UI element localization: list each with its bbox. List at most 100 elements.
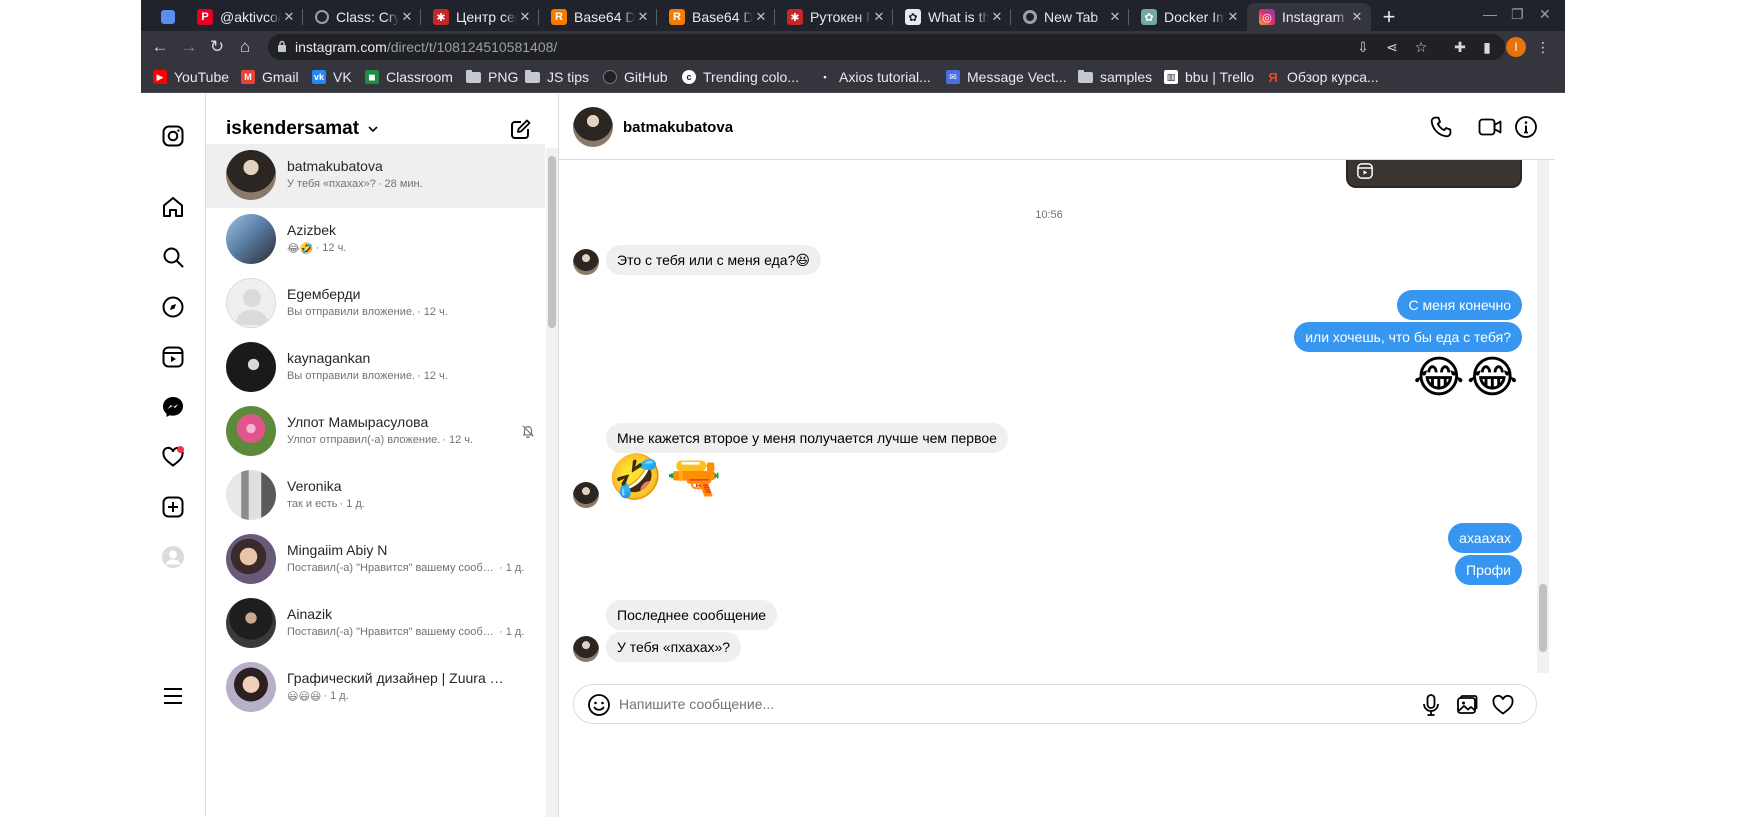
shared-reel-thumbnail[interactable] (1346, 160, 1522, 188)
phone-call-icon[interactable] (1429, 115, 1453, 139)
chat-avatar[interactable] (573, 107, 613, 147)
conversation-item[interactable]: Veronika так и есть · 1 д. (206, 464, 545, 528)
conversation-item[interactable]: Egeмберди Вы отправили вложение. · 12 ч. (206, 272, 545, 336)
explore-compass-icon[interactable] (161, 295, 185, 319)
bookmark-github[interactable]: GitHub (603, 69, 668, 85)
install-app-icon[interactable]: ⇩ (1354, 38, 1372, 56)
scrollbar-thumb[interactable] (1539, 584, 1547, 652)
tab-close-icon[interactable]: ✕ (871, 9, 887, 25)
conversation-name: batmakubatova (287, 158, 383, 174)
bookmark-vk[interactable]: vk VK (312, 69, 352, 85)
profile-avatar[interactable]: I (1506, 37, 1526, 57)
bookmark-youtube[interactable]: ▶ YouTube (153, 69, 229, 85)
tab-instagram[interactable]: ◎ Instagram ✕ (1247, 3, 1371, 31)
reload-button[interactable]: ↻ (206, 36, 228, 58)
conversation-item[interactable]: Ainazik Поставил(-а) "Нравится" вашему с… (206, 592, 545, 656)
notifications-heart-icon[interactable] (161, 445, 185, 469)
voice-clip-icon[interactable] (1419, 693, 1443, 717)
bookmark-folder-samples[interactable]: samples (1078, 69, 1152, 85)
reels-icon[interactable] (161, 345, 185, 369)
bookmark-gmail[interactable]: M Gmail (241, 69, 299, 85)
conversation-item[interactable]: Azizbek 😂🤣 · 12 ч. (206, 208, 545, 272)
share-icon[interactable]: ⋖ (1383, 38, 1401, 56)
message-bubble-incoming[interactable]: Это с тебя или с меня еда?😆 (606, 245, 821, 275)
home-icon[interactable] (161, 195, 185, 219)
message-bubble-outgoing[interactable]: ахаахах (1448, 523, 1522, 553)
conversation-item[interactable]: Графический дизайнер | Zuura Ku... 😃😃😃 · … (206, 656, 545, 720)
tab-close-icon[interactable]: ✕ (1225, 9, 1241, 25)
bookmark-trello[interactable]: ▥ bbu | Trello (1164, 69, 1254, 85)
conversation-item[interactable]: batmakubatova У тебя «пхахах»? · 28 мин. (206, 144, 545, 208)
restore-icon[interactable]: ❐ (1511, 6, 1524, 23)
sender-avatar[interactable] (573, 482, 599, 508)
tab-close-icon[interactable]: ✕ (517, 9, 533, 25)
bookmark-folder-js-tips[interactable]: JS tips (525, 69, 589, 85)
emoji-message-outgoing[interactable]: 😂😂 (1413, 352, 1520, 404)
message-bubble-outgoing[interactable]: С меня конечно (1397, 290, 1522, 320)
tab-what-is[interactable]: ✿ What is th ✕ (893, 3, 1011, 31)
new-message-icon[interactable] (508, 118, 532, 142)
close-window-icon[interactable]: ✕ (1539, 6, 1551, 23)
tab-close-icon[interactable]: ✕ (635, 9, 651, 25)
bookmark-yandex[interactable]: Я Обзор курса... (1266, 69, 1378, 85)
tab-docker[interactable]: ✿ Docker Im ✕ (1129, 3, 1247, 31)
tab-pinterest[interactable]: P @aktivco/ ✕ (185, 3, 303, 31)
message-bubble-incoming[interactable]: Мне кажется второе у меня получается луч… (606, 423, 1008, 453)
conversation-item[interactable]: Mingaiim Abiy N Поставил(-а) "Нравится" … (206, 528, 545, 592)
extensions-icon[interactable]: ✚ (1451, 38, 1469, 56)
bookmark-star-icon[interactable]: ☆ (1412, 38, 1430, 56)
bookmark-axios[interactable]: ▪ Axios tutorial... (818, 69, 930, 85)
tab-base64-2[interactable]: R Base64 De ✕ (657, 3, 775, 31)
inbox-scrollbar[interactable] (546, 148, 558, 817)
account-switcher[interactable]: iskendersamat (226, 118, 380, 140)
address-bar[interactable]: instagram.com/direct/t/108124510581408/ … (268, 34, 1505, 60)
minimize-icon[interactable]: — (1483, 6, 1497, 22)
profile-avatar-icon[interactable] (161, 545, 185, 569)
emoji-picker-icon[interactable] (587, 693, 611, 717)
menu-dots-icon[interactable]: ⋮ (1534, 38, 1552, 56)
bookmark-classroom[interactable]: ◼ Classroom (365, 69, 453, 85)
tab-close-icon[interactable]: ✕ (281, 9, 297, 25)
add-photo-icon[interactable] (1455, 693, 1479, 717)
tab-close-icon[interactable]: ✕ (989, 9, 1005, 25)
search-icon[interactable] (161, 245, 185, 269)
scrollbar-thumb[interactable] (548, 156, 556, 328)
chat-username[interactable]: batmakubatova (623, 119, 733, 136)
new-tab-button[interactable]: + (1377, 4, 1401, 30)
message-input[interactable] (619, 693, 1399, 715)
tab-close-icon[interactable]: ✕ (753, 9, 769, 25)
info-icon[interactable] (1514, 115, 1538, 139)
like-heart-icon[interactable] (1491, 693, 1515, 717)
tab-overview[interactable] (149, 3, 189, 31)
tab-center[interactable]: ✱ Центр сер ✕ (421, 3, 539, 31)
tab-class-crypto[interactable]: Class: Cryp ✕ (303, 3, 421, 31)
back-button[interactable]: ← (149, 36, 171, 58)
video-call-icon[interactable] (1478, 115, 1502, 139)
bookmark-trending-colors[interactable]: c Trending colo... (682, 69, 799, 85)
bookmark-message-vector[interactable]: ✉ Message Vect... (946, 69, 1067, 85)
more-menu-icon[interactable] (161, 684, 185, 708)
side-panel-icon[interactable]: ▮ (1478, 38, 1496, 56)
forward-button[interactable]: → (178, 36, 200, 58)
tab-close-icon[interactable]: ✕ (1349, 9, 1365, 25)
conversation-item[interactable]: kaynagankan Вы отправили вложение. · 12 ч… (206, 336, 545, 400)
tab-new-tab[interactable]: New Tab ✕ (1011, 3, 1129, 31)
tab-close-icon[interactable]: ✕ (1107, 9, 1123, 25)
sender-avatar[interactable] (573, 249, 599, 275)
bookmark-folder-png[interactable]: PNG (466, 69, 518, 85)
tab-base64-1[interactable]: R Base64 De ✕ (539, 3, 657, 31)
emoji-message-incoming[interactable]: 🤣🔫 (608, 452, 726, 504)
instagram-logo-icon[interactable] (161, 124, 185, 148)
message-bubble-outgoing[interactable]: Профи (1455, 555, 1522, 585)
create-plus-icon[interactable] (161, 495, 185, 519)
message-bubble-incoming[interactable]: У тебя «пхахах»? (606, 632, 742, 662)
home-button[interactable]: ⌂ (234, 36, 256, 58)
conversation-item[interactable]: Улпот Мамырасулова Улпот отправил(-а) вл… (206, 400, 545, 464)
message-bubble-incoming[interactable]: Последнее сообщение (606, 600, 778, 630)
sender-avatar[interactable] (573, 636, 599, 662)
chat-scrollbar[interactable] (1537, 160, 1549, 673)
messenger-icon[interactable] (161, 395, 185, 419)
message-bubble-outgoing[interactable]: или хочешь, что бы еда с тебя? (1294, 322, 1522, 352)
tab-rutoken[interactable]: ✱ Рутокен П ✕ (775, 3, 893, 31)
tab-close-icon[interactable]: ✕ (399, 9, 415, 25)
